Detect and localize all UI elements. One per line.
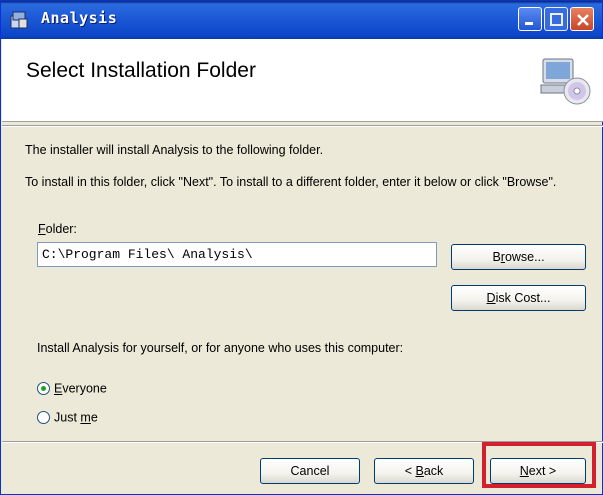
radio-everyone-label: Everyone [54, 382, 107, 396]
cancel-button[interactable]: Cancel [260, 458, 360, 484]
back-label-post: ack [423, 464, 444, 478]
radio-just-me-label: Just me [54, 411, 98, 425]
page-title: Select Installation Folder [26, 59, 256, 82]
disk-cost-label-post: isk Cost... [495, 291, 551, 305]
install-for-text: Install Analysis for yourself, or for an… [37, 341, 404, 355]
browse-label-post: owse... [504, 250, 545, 264]
browse-button[interactable]: Browse... [451, 244, 586, 270]
radio-just-me-accel: m [80, 410, 91, 425]
radio-button-unchecked[interactable] [37, 411, 50, 425]
header-divider [2, 125, 603, 127]
close-button[interactable] [570, 7, 594, 31]
instruction-text-2: To install in this folder, click "Next".… [25, 175, 557, 189]
folder-label-rest: older: [45, 222, 77, 236]
close-icon [577, 14, 589, 26]
radio-button-checked[interactable] [37, 382, 50, 396]
radio-everyone-rest: veryone [62, 381, 107, 396]
back-label-accel: B [415, 464, 424, 478]
browse-label-pre: B [492, 250, 501, 264]
radio-just-me[interactable]: Just me [37, 410, 98, 425]
back-button[interactable]: < Back [374, 458, 474, 484]
computer-disc-icon [540, 58, 591, 105]
folder-path-input[interactable] [37, 242, 437, 267]
disk-cost-button[interactable]: Disk Cost... [451, 285, 586, 311]
next-button-highlight [482, 442, 596, 488]
installer-window: Analysis Select Installation Folder The … [0, 0, 603, 495]
header-banner: Select Installation Folder [2, 39, 603, 122]
maximize-icon [550, 13, 563, 26]
instruction-text-1: The installer will install Analysis to t… [25, 143, 324, 157]
back-label-pre: < [404, 464, 416, 478]
window-title: Analysis [41, 9, 118, 27]
folder-label: Folder: [38, 222, 77, 236]
installer-icon [10, 11, 28, 29]
radio-just-me-rest: e [90, 410, 98, 425]
maximize-button[interactable] [544, 7, 568, 31]
radio-everyone[interactable]: Everyone [37, 381, 107, 396]
minimize-button[interactable] [518, 7, 542, 31]
title-bar[interactable]: Analysis [1, 1, 602, 39]
radio-just-me-pre: Just [54, 410, 81, 425]
folder-label-accel: F [38, 222, 46, 236]
disk-cost-label-accel: D [486, 291, 496, 305]
minimize-icon [525, 22, 533, 25]
